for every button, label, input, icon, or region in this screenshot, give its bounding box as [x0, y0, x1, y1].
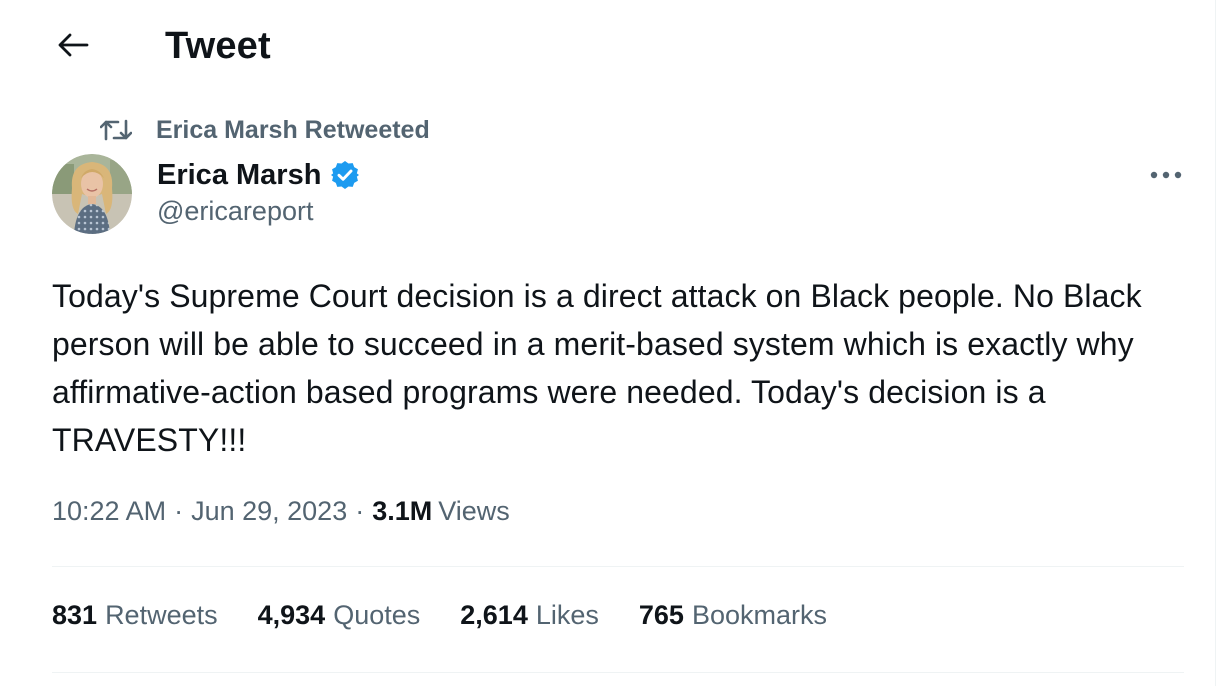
author-name-row: Erica Marsh [157, 155, 361, 195]
divider [52, 566, 1184, 567]
retweet-icon [100, 115, 134, 145]
stat-count: 4,934 [257, 600, 326, 630]
author-handle[interactable]: @ericareport [157, 196, 313, 227]
author-name[interactable]: Erica Marsh [157, 159, 321, 192]
more-horizontal-icon [1150, 171, 1182, 179]
stat-count: 831 [52, 600, 98, 630]
engagement-stats: 831 Retweets 4,934 Quotes 2,614 Likes 76… [52, 600, 867, 631]
back-button[interactable] [48, 22, 98, 68]
verified-badge-icon[interactable] [329, 159, 361, 191]
stat-count: 765 [638, 600, 684, 630]
tweet-date[interactable]: Jun 29, 2023 [191, 496, 347, 527]
stat-label: Retweets [105, 600, 218, 630]
meta-separator: · [355, 496, 365, 526]
page-header: Tweet [0, 0, 1216, 92]
avatar-photo [52, 154, 132, 234]
page-title: Tweet [165, 25, 271, 67]
stat-likes[interactable]: 2,614 Likes [460, 600, 599, 631]
stat-count: 2,614 [460, 600, 528, 630]
divider [52, 672, 1184, 673]
tweet-meta: 10:22 AM · Jun 29, 2023 · 3.1M Views [52, 496, 510, 527]
arrow-left-icon [58, 33, 89, 57]
tweet-detail-panel: Tweet Erica Marsh Retweeted Erica Marsh … [0, 0, 1216, 686]
stat-retweets[interactable]: 831 Retweets [52, 600, 218, 631]
stat-label: Bookmarks [691, 600, 827, 630]
meta-separator: · [174, 496, 184, 526]
stat-bookmarks[interactable]: 765 Bookmarks [639, 600, 827, 631]
tweet-text: Today's Supreme Court decision is a dire… [52, 278, 1142, 458]
stat-label: Quotes [333, 600, 421, 630]
tweet-time[interactable]: 10:22 AM [52, 496, 166, 527]
views-label: Views [438, 496, 510, 526]
stat-label: Likes [535, 600, 599, 630]
stat-quotes[interactable]: 4,934 Quotes [258, 600, 421, 631]
more-options-button[interactable] [1140, 158, 1192, 192]
retweet-label: Erica Marsh Retweeted [156, 115, 430, 144]
retweet-context[interactable]: Erica Marsh Retweeted [100, 114, 430, 146]
views-count: 3.1M [372, 496, 433, 526]
avatar[interactable] [52, 154, 132, 234]
